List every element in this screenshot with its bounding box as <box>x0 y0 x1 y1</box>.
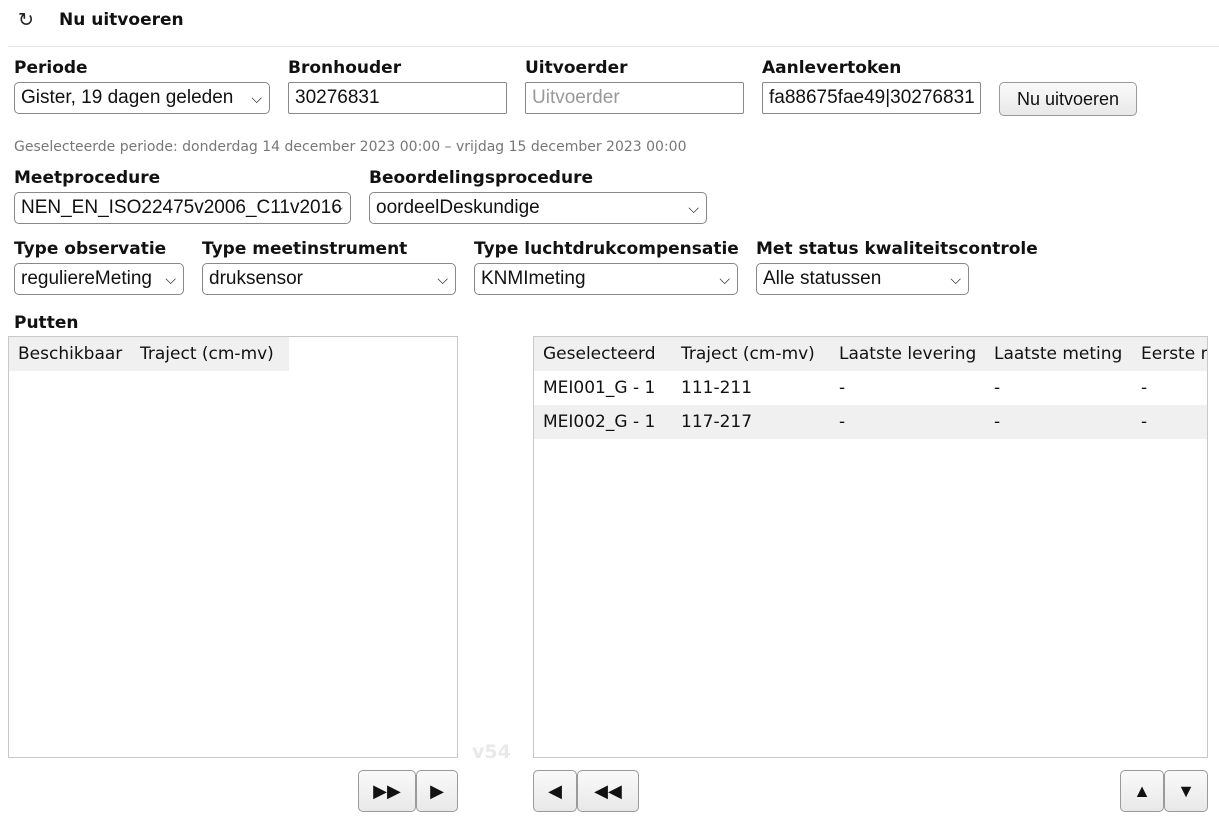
cell-laatste-levering: - <box>839 412 846 432</box>
beoordelingsprocedure-value: oordeelDeskundige <box>376 197 540 218</box>
available-col-traject[interactable]: Traject (cm-mv) <box>140 338 274 370</box>
selected-wells-panel[interactable]: Geselecteerd Traject (cm-mv) Laatste lev… <box>533 336 1208 758</box>
page-title: Nu uitvoeren <box>59 10 184 30</box>
cell-traject: 111-211 <box>681 378 753 398</box>
table-row[interactable]: MEI002_G - 1 117-217 - - - <box>534 405 1207 439</box>
selected-col-geselecteerd[interactable]: Geselecteerd <box>543 338 656 370</box>
available-wells-panel[interactable]: Beschikbaar Traject (cm-mv) <box>8 336 458 758</box>
chevron-down-icon: ⌵ <box>688 200 699 216</box>
status-kwaliteit-label: Met status kwaliteitscontrole <box>756 239 1038 259</box>
header-divider <box>8 46 1219 47</box>
chevron-down-icon: ⌵ <box>165 271 176 287</box>
selected-col-laatste-meting[interactable]: Laatste meting <box>994 338 1122 370</box>
type-meetinstrument-label: Type meetinstrument <box>202 239 408 259</box>
chevron-down-icon: ⌵ <box>332 200 343 216</box>
selected-col-laatste-levering[interactable]: Laatste levering <box>839 338 976 370</box>
selected-col-eerste-meting[interactable]: Eerste m <box>1141 338 1207 370</box>
type-luchtdruk-select[interactable]: KNMImeting ⌵ <box>474 263 738 295</box>
bronhouder-label: Bronhouder <box>288 58 402 78</box>
meetprocedure-select[interactable]: NEN_EN_ISO22475v2006_C11v2016 ⌵ <box>14 192 351 224</box>
cell-eerste-meting: - <box>1141 378 1148 398</box>
type-observatie-label: Type observatie <box>14 239 167 259</box>
type-meetinstrument-select[interactable]: druksensor ⌵ <box>202 263 456 295</box>
type-observatie-select[interactable]: reguliereMeting ⌵ <box>14 263 184 295</box>
putten-label: Putten <box>14 313 79 333</box>
remove-all-button[interactable]: ◀◀ <box>577 770 639 812</box>
meetprocedure-value: NEN_EN_ISO22475v2006_C11v2016 <box>21 197 342 218</box>
type-luchtdruk-label: Type luchtdrukcompensatie <box>474 239 739 259</box>
add-all-button[interactable]: ▶▶ <box>358 770 416 812</box>
cell-put: MEI001_G - 1 <box>543 378 656 398</box>
status-kwaliteit-select[interactable]: Alle statussen ⌵ <box>756 263 969 295</box>
cell-eerste-meting: - <box>1141 412 1148 432</box>
chevron-down-icon: ⌵ <box>251 90 262 106</box>
refresh-icon[interactable]: ↻ <box>18 10 38 30</box>
type-observatie-value: reguliereMeting <box>21 268 152 289</box>
cell-laatste-meting: - <box>994 412 1001 432</box>
type-luchtdruk-value: KNMImeting <box>481 268 586 289</box>
aanlevertoken-label: Aanlevertoken <box>762 58 902 78</box>
selected-header-row: Geselecteerd Traject (cm-mv) Laatste lev… <box>534 337 1207 371</box>
cell-put: MEI002_G - 1 <box>543 412 656 432</box>
uitvoerder-input[interactable]: Uitvoerder <box>525 82 744 114</box>
periode-value: Gister, 19 dagen geleden <box>21 87 234 108</box>
meetprocedure-label: Meetprocedure <box>14 168 161 188</box>
cell-laatste-meting: - <box>994 378 1001 398</box>
selected-col-traject[interactable]: Traject (cm-mv) <box>681 338 815 370</box>
chevron-down-icon: ⌵ <box>437 271 448 287</box>
add-one-button[interactable]: ▶ <box>416 770 458 812</box>
beoordelingsprocedure-label: Beoordelingsprocedure <box>369 168 593 188</box>
move-up-button[interactable]: ▲ <box>1120 770 1164 812</box>
remove-one-button[interactable]: ◀ <box>533 770 577 812</box>
cell-traject: 117-217 <box>681 412 753 432</box>
available-header-row: Beschikbaar Traject (cm-mv) <box>9 337 289 371</box>
bronhouder-input[interactable]: 30276831 <box>288 82 507 114</box>
periode-select[interactable]: Gister, 19 dagen geleden ⌵ <box>14 82 270 114</box>
run-now-button[interactable]: Nu uitvoeren <box>999 82 1137 116</box>
cell-laatste-levering: - <box>839 378 846 398</box>
uitvoerder-label: Uitvoerder <box>525 58 628 78</box>
version-label: v54 <box>472 741 511 763</box>
selected-period-info: Geselecteerde periode: donderdag 14 dece… <box>14 139 687 155</box>
beoordelingsprocedure-select[interactable]: oordeelDeskundige ⌵ <box>369 192 707 224</box>
table-row[interactable]: MEI001_G - 1 111-211 - - - <box>534 371 1207 405</box>
chevron-down-icon: ⌵ <box>719 271 730 287</box>
status-kwaliteit-value: Alle statussen <box>763 268 882 289</box>
periode-label: Periode <box>14 58 88 78</box>
aanlevertoken-input[interactable]: fa88675fae49|30276831 <box>762 82 981 114</box>
chevron-down-icon: ⌵ <box>950 271 961 287</box>
move-down-button[interactable]: ▼ <box>1164 770 1208 812</box>
type-meetinstrument-value: druksensor <box>209 268 303 289</box>
available-col-beschikbaar[interactable]: Beschikbaar <box>18 338 122 370</box>
